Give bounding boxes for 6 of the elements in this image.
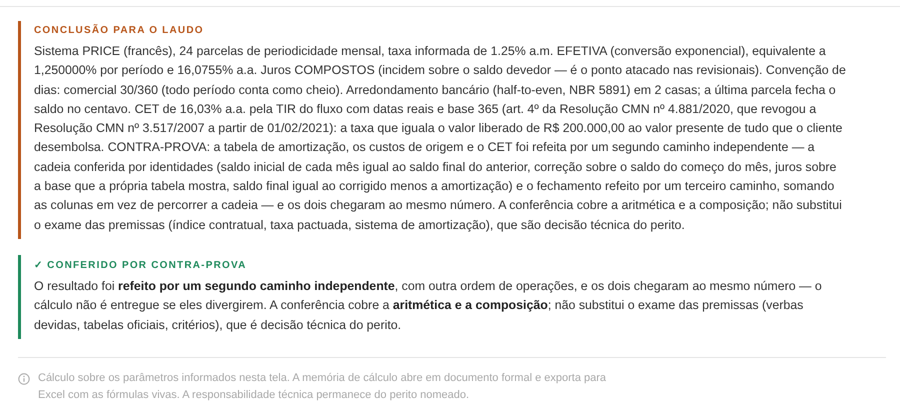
section-text: O resultado foi refeito por um segundo caminho independente, com outra ordem de operações, e os dois chegaram ao mesmo número — o cálculo não é entregue se eles divergirem. A conferência cobre a aritmética e a composição; não substitui o exame das premissas (verbas devidas, tabelas oficiais, critérios), que é decisão técnica do perito.	[34, 278, 823, 334]
info-icon	[18, 372, 30, 385]
section-heading: ✓ CONFERIDO POR CONTRA-PROVA	[34, 258, 248, 271]
section-heading: CONCLUSÃO PARA O LAUDO	[34, 25, 205, 36]
section-text: Sistema PRICE (francês), 24 parcelas de periodicidade mensal, taxa informada de 1.25% a.m. EFETIVA (conversão exponencial), equivalente a 1,250000% por período e 16,0755% a.a. Juros COMPOSTOS (incidem sobre o saldo devedor — é o ponto atacado nas revisionais). Convenção de dias: comercial 30/360 (todo período conta como cheio). Arredondamento bancário (half-to-even, NBR 5891) em 2 casas; a última parcela fecha o saldo no centavo. CET de 16,03% a.a. pela TIR do fluxo com datas reais e base 365 (art. 4º da Resolução CMN nº 4.881/2020, que revogou a Resolução CMN nº 3.517/2007 a partir de 01/02/2021): a taxa que iguala o valor liberado de R$ 200.000,00 ao valor presente de tudo que o cliente desembolsa. CONTRA-PROVA: a tabela de amortização, os custos de origem e o CET foi refeita por um segundo caminho independente — a cadeia conferida por identidades (saldo inicial de cada mês igual ao saldo final do anterior, correção sobre o saldo do começo do mês, juros sobre a base que a própria tabela mostra, saldo final igual ao corrigido menos a amortização) e o fechamento refeito por um terceiro caminho, somando as colunas em vez de percorrer a cadeia — e os dois chegaram ao mesmo número. A conferência cobre a aritmética e a composição; não substitui o exame das premissas (índice contratual, taxa pactuada, sistema de amortização), que são decisão técnica do perito.	[34, 43, 846, 234]
footnote-text: Cálculo sobre os parâmetros informados nesta tela. A memória de cálculo abre em documento formal e exporta para Excel com as fórmulas vivas. A responsabilidade técnica permanece do perito nomeado.	[38, 370, 608, 402]
